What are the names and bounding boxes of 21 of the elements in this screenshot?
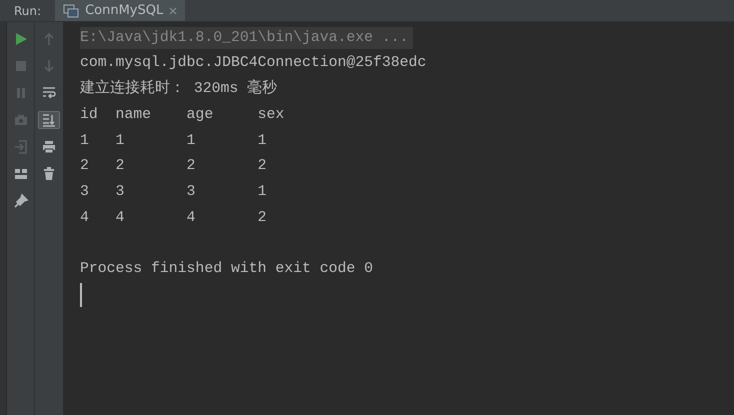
scroll-to-end-icon [41, 112, 57, 128]
output-line: 建立连接耗时： 320ms 毫秒 [80, 78, 278, 100]
toolbar-button[interactable] [38, 111, 60, 129]
output-line: 1 1 1 1 [80, 132, 266, 150]
output-line: 3 3 3 1 [80, 182, 266, 202]
trash-icon [41, 166, 57, 182]
run-tab[interactable]: ConnMySQL [55, 0, 186, 21]
tab-label: ConnMySQL [85, 2, 164, 20]
exit-icon [12, 138, 28, 154]
output-line: id name age sex [80, 106, 284, 125]
run-label: Run: [13, 2, 42, 20]
console-icon [63, 4, 80, 18]
soft-wrap-icon [41, 85, 57, 101]
output-line: 2 2 2 2 [80, 157, 266, 176]
output-line: 4 4 4 2 [80, 208, 266, 228]
print-icon [41, 139, 57, 155]
text-cursor [80, 282, 82, 307]
output-line: Process finished with exit code 0 [80, 260, 374, 279]
close-icon[interactable] [169, 6, 178, 14]
pin-icon [12, 192, 28, 208]
output-line: com.mysql.jdbc.JDBC4Connection@25f38edc [80, 54, 426, 74]
